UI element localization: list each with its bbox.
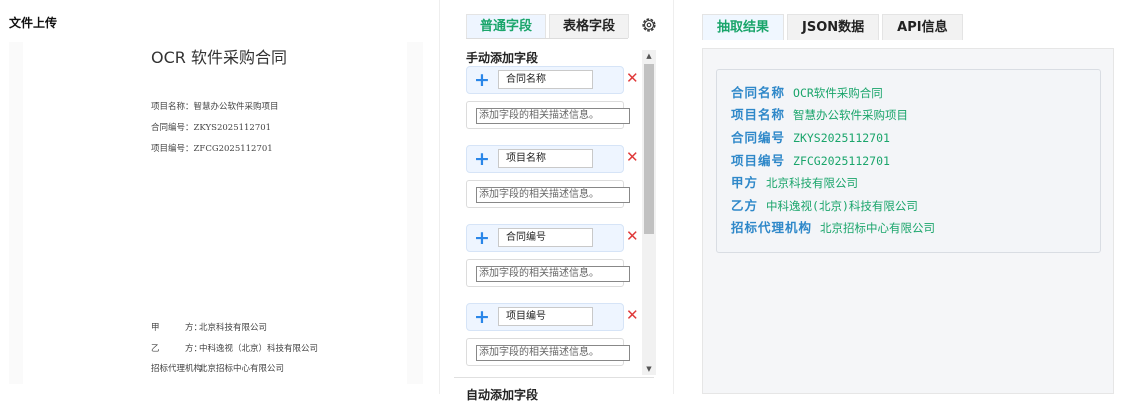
close-icon[interactable]: ✕ xyxy=(626,308,639,323)
result-row: 乙方 中科逸视(北京)科技有限公司 xyxy=(731,195,918,214)
document-preview[interactable]: OCR 软件采购合同 项目名称：智慧办公软件采购项目 合同编号：ZKYS2025… xyxy=(9,42,423,384)
close-icon[interactable]: ✕ xyxy=(626,150,639,165)
result-key: 甲方 xyxy=(731,175,759,190)
gear-icon[interactable] xyxy=(640,16,658,34)
field-desc-container: 添加字段的相关描述信息。 xyxy=(466,101,630,129)
scroll-up-icon[interactable]: ▲ xyxy=(642,50,656,62)
doc-line-value: 中科逸视（北京）科技有限公司 xyxy=(199,344,319,354)
field-list[interactable]: + 合同名称 ✕ 添加字段的相关描述信息。 + 项目名称 ✕ 添加字段的相关描述… xyxy=(466,66,642,374)
field-desc-input[interactable]: 添加字段的相关描述信息。 xyxy=(476,345,630,361)
doc-line-value: 智慧办公软件采购项目 xyxy=(193,102,279,112)
close-icon[interactable]: ✕ xyxy=(626,229,639,244)
field-desc-container: 添加字段的相关描述信息。 xyxy=(466,180,630,208)
doc-line-value: 北京招标中心有限公司 xyxy=(199,364,285,374)
tab-underline xyxy=(466,38,628,39)
result-row: 合同名称 OCR软件采购合同 xyxy=(731,82,883,101)
doc-line-label: 招标代理机构： xyxy=(151,364,211,374)
plus-icon[interactable]: + xyxy=(474,307,490,327)
doc-line-label: 项目名称： xyxy=(151,102,194,112)
doc-line-label: 合同编号： xyxy=(151,123,194,133)
result-row: 招标代理机构 北京招标中心有限公司 xyxy=(731,217,935,236)
document-title: OCR 软件采购合同 xyxy=(151,48,287,67)
field-header: + 项目编号 xyxy=(466,303,624,331)
result-value: 中科逸视(北京)科技有限公司 xyxy=(766,199,918,213)
tab-normal-fields[interactable]: 普通字段 xyxy=(466,14,547,38)
panel-divider xyxy=(673,0,674,394)
tab-api-info[interactable]: API信息 xyxy=(882,14,963,40)
panel-divider xyxy=(439,0,440,394)
result-row: 甲方 北京科技有限公司 xyxy=(731,172,858,191)
plus-icon[interactable]: + xyxy=(474,149,490,169)
field-header: + 合同名称 xyxy=(466,66,624,94)
doc-sign-party-b: 乙 方：中科逸视（北京）科技有限公司 xyxy=(151,342,318,354)
field-name-input[interactable]: 项目编号 xyxy=(498,307,593,326)
doc-line-label: 乙 方： xyxy=(151,344,203,354)
auto-add-label: 自动添加字段 xyxy=(466,388,539,402)
manual-add-label: 手动添加字段 xyxy=(466,51,539,65)
result-tabs: 抽取结果 JSON数据 API信息 xyxy=(702,14,966,40)
doc-line-value: ZKYS2025112701 xyxy=(193,123,272,133)
scroll-down-icon[interactable]: ▼ xyxy=(642,363,656,375)
result-key: 乙方 xyxy=(731,198,759,213)
result-row: 项目名称 智慧办公软件采购项目 xyxy=(731,104,908,123)
plus-icon[interactable]: + xyxy=(474,228,490,248)
field-desc-input[interactable]: 添加字段的相关描述信息。 xyxy=(476,266,630,282)
doc-line-value: 北京科技有限公司 xyxy=(199,323,268,333)
result-row: 合同编号 ZKYS2025112701 xyxy=(731,127,890,146)
field-header: + 合同编号 xyxy=(466,224,624,252)
tab-table-fields[interactable]: 表格字段 xyxy=(549,14,630,38)
result-key: 项目名称 xyxy=(731,107,786,122)
result-row: 项目编号 ZFCG2025112701 xyxy=(731,150,890,169)
result-value: 北京招标中心有限公司 xyxy=(820,221,936,235)
field-desc-container: 添加字段的相关描述信息。 xyxy=(466,259,630,287)
field-name-input[interactable]: 合同名称 xyxy=(498,70,593,89)
doc-line-value: ZFCG2025112701 xyxy=(193,144,273,154)
field-header: + 项目名称 xyxy=(466,145,624,173)
result-key: 合同名称 xyxy=(731,85,786,100)
result-card: 合同名称 OCR软件采购合同 项目名称 智慧办公软件采购项目 合同编号 ZKYS202… xyxy=(716,69,1101,253)
doc-line-contract-no: 合同编号：ZKYS2025112701 xyxy=(151,121,271,133)
doc-line-project-no: 项目编号：ZFCG2025112701 xyxy=(151,142,273,154)
result-key: 招标代理机构 xyxy=(731,220,813,235)
result-value: 北京科技有限公司 xyxy=(766,176,859,190)
field-list-scrollbar[interactable]: ▲ ▼ xyxy=(642,50,656,375)
field-desc-input[interactable]: 添加字段的相关描述信息。 xyxy=(476,187,630,203)
field-desc-input[interactable]: 添加字段的相关描述信息。 xyxy=(476,108,630,124)
result-key: 项目编号 xyxy=(731,153,786,168)
field-desc-container: 添加字段的相关描述信息。 xyxy=(466,338,630,366)
result-value: 智慧办公软件采购项目 xyxy=(793,108,909,122)
scroll-thumb[interactable] xyxy=(644,64,654,234)
doc-sign-agency: 招标代理机构：北京招标中心有限公司 xyxy=(151,362,284,374)
close-icon[interactable]: ✕ xyxy=(626,71,639,86)
results-panel: 合同名称 OCR软件采购合同 项目名称 智慧办公软件采购项目 合同编号 ZKYS202… xyxy=(702,48,1114,394)
result-value: ZKYS2025112701 xyxy=(793,131,890,145)
doc-line-label: 甲 方： xyxy=(151,323,203,333)
section-divider xyxy=(454,377,654,378)
result-key: 合同编号 xyxy=(731,130,786,145)
field-name-input[interactable]: 项目名称 xyxy=(498,149,593,168)
document-page: OCR 软件采购合同 项目名称：智慧办公软件采购项目 合同编号：ZKYS2025… xyxy=(23,42,407,384)
doc-sign-party-a: 甲 方：北京科技有限公司 xyxy=(151,321,267,333)
tab-json-data[interactable]: JSON数据 xyxy=(787,14,880,40)
tab-extract-results[interactable]: 抽取结果 xyxy=(702,14,785,40)
field-name-input[interactable]: 合同编号 xyxy=(498,228,593,247)
plus-icon[interactable]: + xyxy=(474,70,490,90)
field-tabs: 普通字段 表格字段 xyxy=(466,14,632,38)
result-value: OCR软件采购合同 xyxy=(793,86,883,100)
result-value: ZFCG2025112701 xyxy=(793,154,890,168)
doc-line-label: 项目编号： xyxy=(151,144,194,154)
doc-line-project-name: 项目名称：智慧办公软件采购项目 xyxy=(151,100,279,112)
upload-title: 文件上传 xyxy=(9,16,58,30)
